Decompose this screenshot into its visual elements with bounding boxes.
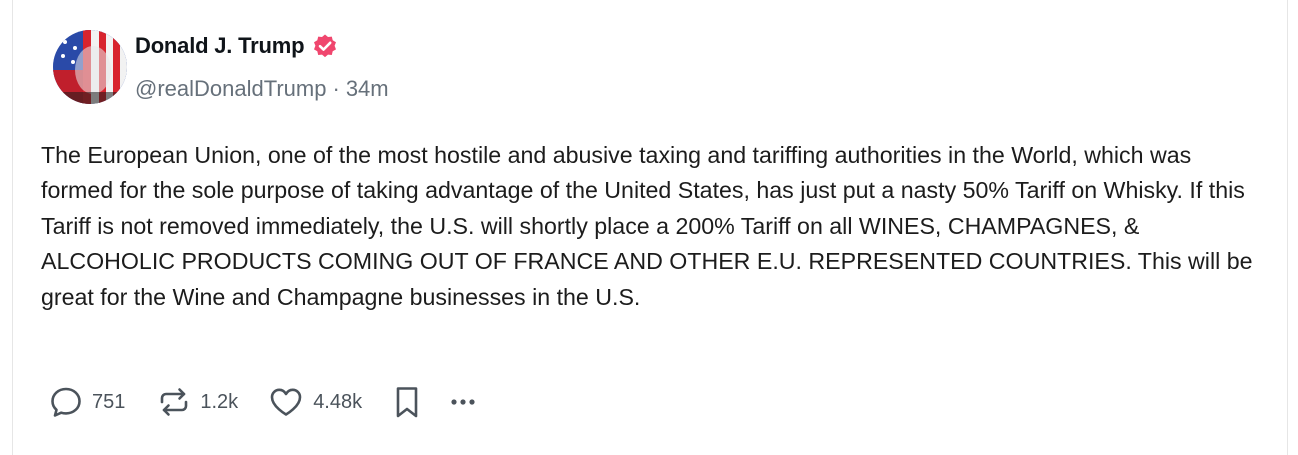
author-handle[interactable]: @realDonaldTrump	[135, 76, 326, 101]
verified-badge-icon	[312, 33, 338, 59]
bookmark-button[interactable]	[392, 384, 422, 420]
author-row: Donald J. Trump	[135, 33, 338, 59]
repost-count: 1.2k	[200, 390, 239, 413]
bookmark-icon	[392, 384, 422, 420]
like-count: 4.48k	[313, 390, 363, 413]
author-name[interactable]: Donald J. Trump	[135, 33, 305, 59]
avatar[interactable]	[53, 30, 127, 104]
ellipsis-icon	[446, 385, 480, 419]
repost-arrows-icon	[157, 385, 191, 419]
action-bar: 751 1.2k 4.48k	[49, 384, 480, 420]
more-options-button[interactable]	[446, 385, 480, 419]
avatar-image	[53, 30, 127, 104]
post-text: The European Union, one of the most host…	[41, 142, 1253, 310]
separator-dot: ·	[332, 76, 340, 102]
like-button[interactable]: 4.48k	[268, 385, 362, 419]
post-card: Donald J. Trump @realDonaldTrump · 34m The…	[12, 0, 1288, 455]
handle-row: @realDonaldTrump · 34m	[135, 75, 389, 102]
post-time[interactable]: 34m	[346, 76, 389, 101]
reply-button[interactable]: 751	[49, 385, 125, 419]
reply-count: 751	[92, 390, 126, 413]
repost-button[interactable]: 1.2k	[157, 385, 238, 419]
heart-icon	[268, 385, 304, 419]
speech-bubble-icon	[49, 385, 83, 419]
